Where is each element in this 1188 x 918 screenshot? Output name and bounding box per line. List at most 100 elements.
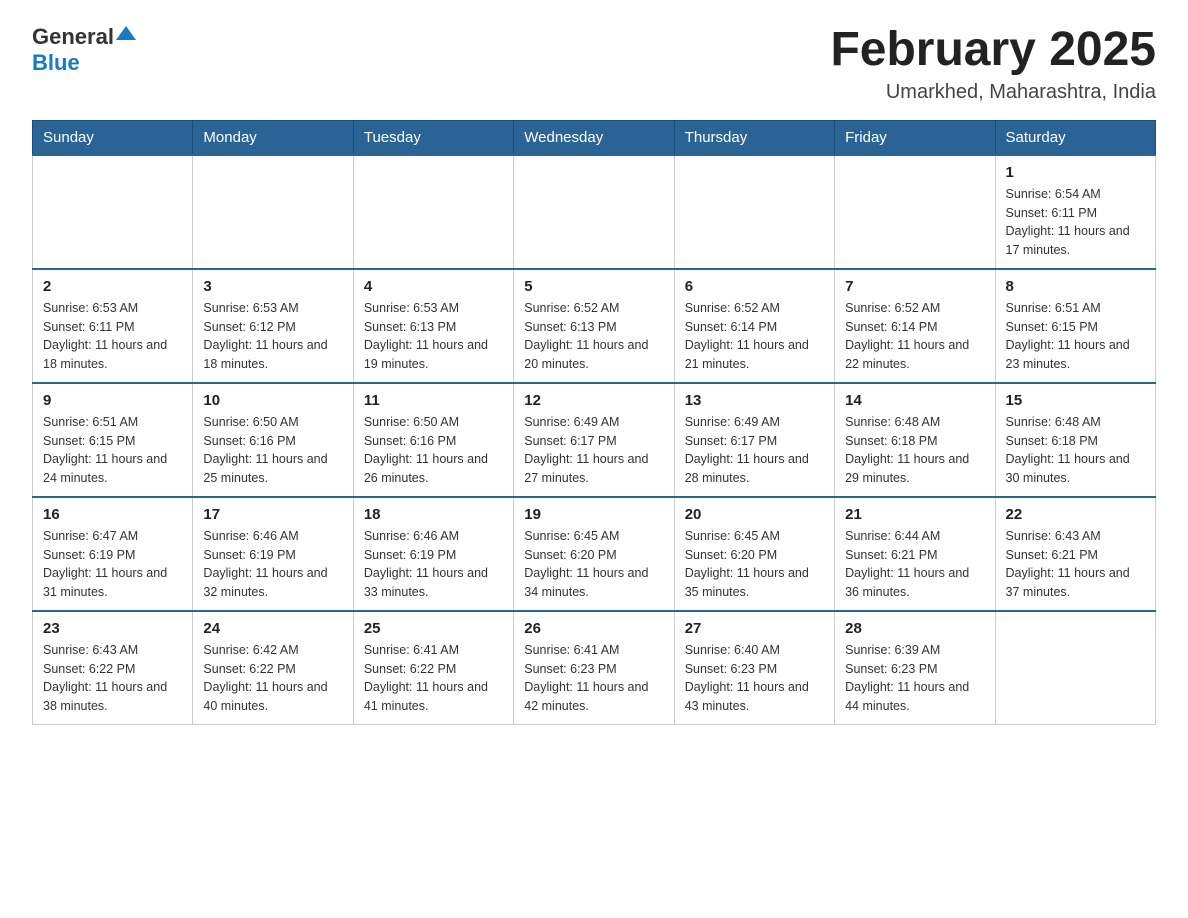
day-info: Sunrise: 6:52 AMSunset: 6:14 PMDaylight:… — [685, 299, 824, 374]
calendar-cell: 3Sunrise: 6:53 AMSunset: 6:12 PMDaylight… — [193, 269, 353, 383]
day-number: 20 — [685, 506, 824, 523]
calendar-cell: 18 Sunrise: 6:46 AMSunset: 6:19 PMDayligh… — [353, 497, 513, 611]
calendar-cell: 21 Sunrise: 6:44 AMSunset: 6:21 PMDayligh… — [835, 497, 995, 611]
day-info: Sunrise: 6:46 AMSunset: 6:19 PMDaylight:… — [364, 527, 503, 602]
day-info: Sunrise: 6:54 AMSunset: 6:11 PMDaylight:… — [1006, 185, 1145, 260]
calendar-cell: 8 Sunrise: 6:51 AMSunset: 6:15 PMDaylight… — [995, 269, 1155, 383]
day-number: 14 — [845, 392, 984, 409]
day-info: Sunrise: 6:49 AMSunset: 6:17 PMDaylight:… — [685, 413, 824, 488]
calendar-cell: 5 Sunrise: 6:52 AMSunset: 6:13 PMDaylight… — [514, 269, 674, 383]
calendar-table: SundayMondayTuesdayWednesdayThursdayFrid… — [32, 120, 1156, 725]
title-section: February 2025 Umarkhed, Maharashtra, Ind… — [830, 24, 1156, 104]
day-info: Sunrise: 6:50 AMSunset: 6:16 PMDaylight:… — [203, 413, 342, 488]
day-number: 22 — [1006, 506, 1145, 523]
calendar-cell: 27 Sunrise: 6:40 AMSunset: 6:23 PMDayligh… — [674, 611, 834, 725]
day-info: Sunrise: 6:39 AMSunset: 6:23 PMDaylight:… — [845, 641, 984, 716]
calendar-cell: 17 Sunrise: 6:46 AMSunset: 6:19 PMDayligh… — [193, 497, 353, 611]
weekday-header-tuesday: Tuesday — [353, 120, 513, 155]
calendar-cell: 28 Sunrise: 6:39 AMSunset: 6:23 PMDayligh… — [835, 611, 995, 725]
weekday-header-wednesday: Wednesday — [514, 120, 674, 155]
calendar-cell: 12 Sunrise: 6:49 AMSunset: 6:17 PMDayligh… — [514, 383, 674, 497]
calendar-cell: 16 Sunrise: 6:47 AMSunset: 6:19 PMDayligh… — [33, 497, 193, 611]
calendar-week-row: 16 Sunrise: 6:47 AMSunset: 6:19 PMDayligh… — [33, 497, 1156, 611]
day-info: Sunrise: 6:53 AMSunset: 6:12 PMDaylight:… — [203, 299, 342, 374]
day-info: Sunrise: 6:44 AMSunset: 6:21 PMDaylight:… — [845, 527, 984, 602]
calendar-cell: 9 Sunrise: 6:51 AMSunset: 6:15 PMDaylight… — [33, 383, 193, 497]
calendar-title: February 2025 — [830, 24, 1156, 77]
day-info: Sunrise: 6:48 AMSunset: 6:18 PMDaylight:… — [1006, 413, 1145, 488]
calendar-cell — [514, 155, 674, 269]
calendar-week-row: 9 Sunrise: 6:51 AMSunset: 6:15 PMDaylight… — [33, 383, 1156, 497]
day-info: Sunrise: 6:40 AMSunset: 6:23 PMDaylight:… — [685, 641, 824, 716]
day-info: Sunrise: 6:51 AMSunset: 6:15 PMDaylight:… — [43, 413, 182, 488]
calendar-cell: 7 Sunrise: 6:52 AMSunset: 6:14 PMDaylight… — [835, 269, 995, 383]
weekday-header-sunday: Sunday — [33, 120, 193, 155]
day-number: 8 — [1006, 278, 1145, 295]
calendar-body: 1Sunrise: 6:54 AMSunset: 6:11 PMDaylight… — [33, 155, 1156, 725]
calendar-cell: 19Sunrise: 6:45 AMSunset: 6:20 PMDayligh… — [514, 497, 674, 611]
day-info: Sunrise: 6:47 AMSunset: 6:19 PMDaylight:… — [43, 527, 182, 602]
calendar-cell: 14 Sunrise: 6:48 AMSunset: 6:18 PMDayligh… — [835, 383, 995, 497]
calendar-cell: 2 Sunrise: 6:53 AMSunset: 6:11 PMDaylight… — [33, 269, 193, 383]
day-number: 26 — [524, 620, 663, 637]
weekday-header-saturday: Saturday — [995, 120, 1155, 155]
day-number: 4 — [364, 278, 503, 295]
day-number: 6 — [685, 278, 824, 295]
calendar-cell — [995, 611, 1155, 725]
day-number: 24 — [203, 620, 342, 637]
page-header: General Blue February 2025 Umarkhed, Mah… — [32, 24, 1156, 104]
day-info: Sunrise: 6:53 AMSunset: 6:13 PMDaylight:… — [364, 299, 503, 374]
day-info: Sunrise: 6:52 AMSunset: 6:14 PMDaylight:… — [845, 299, 984, 374]
calendar-cell: 11 Sunrise: 6:50 AMSunset: 6:16 PMDayligh… — [353, 383, 513, 497]
calendar-cell — [33, 155, 193, 269]
day-info: Sunrise: 6:52 AMSunset: 6:13 PMDaylight:… — [524, 299, 663, 374]
day-number: 23 — [43, 620, 182, 637]
day-number: 10 — [203, 392, 342, 409]
calendar-cell: 23Sunrise: 6:43 AMSunset: 6:22 PMDayligh… — [33, 611, 193, 725]
day-info: Sunrise: 6:51 AMSunset: 6:15 PMDaylight:… — [1006, 299, 1145, 374]
day-info: Sunrise: 6:45 AMSunset: 6:20 PMDaylight:… — [685, 527, 824, 602]
calendar-cell: 10 Sunrise: 6:50 AMSunset: 6:16 PMDayligh… — [193, 383, 353, 497]
calendar-cell: 6 Sunrise: 6:52 AMSunset: 6:14 PMDaylight… — [674, 269, 834, 383]
day-info: Sunrise: 6:48 AMSunset: 6:18 PMDaylight:… — [845, 413, 984, 488]
weekday-header-thursday: Thursday — [674, 120, 834, 155]
day-number: 12 — [524, 392, 663, 409]
calendar-cell: 20 Sunrise: 6:45 AMSunset: 6:20 PMDayligh… — [674, 497, 834, 611]
calendar-cell: 26 Sunrise: 6:41 AMSunset: 6:23 PMDayligh… — [514, 611, 674, 725]
weekday-header-friday: Friday — [835, 120, 995, 155]
day-info: Sunrise: 6:49 AMSunset: 6:17 PMDaylight:… — [524, 413, 663, 488]
calendar-cell: 25 Sunrise: 6:41 AMSunset: 6:22 PMDayligh… — [353, 611, 513, 725]
calendar-header: SundayMondayTuesdayWednesdayThursdayFrid… — [33, 120, 1156, 155]
calendar-cell: 22 Sunrise: 6:43 AMSunset: 6:21 PMDayligh… — [995, 497, 1155, 611]
day-info: Sunrise: 6:50 AMSunset: 6:16 PMDaylight:… — [364, 413, 503, 488]
calendar-cell: 24 Sunrise: 6:42 AMSunset: 6:22 PMDayligh… — [193, 611, 353, 725]
calendar-cell: 4 Sunrise: 6:53 AMSunset: 6:13 PMDaylight… — [353, 269, 513, 383]
logo-blue: Blue — [32, 50, 80, 76]
day-number: 25 — [364, 620, 503, 637]
day-number: 28 — [845, 620, 984, 637]
day-info: Sunrise: 6:46 AMSunset: 6:19 PMDaylight:… — [203, 527, 342, 602]
day-number: 21 — [845, 506, 984, 523]
day-number: 27 — [685, 620, 824, 637]
day-info: Sunrise: 6:41 AMSunset: 6:22 PMDaylight:… — [364, 641, 503, 716]
weekday-header-row: SundayMondayTuesdayWednesdayThursdayFrid… — [33, 120, 1156, 155]
day-number: 2 — [43, 278, 182, 295]
day-info: Sunrise: 6:53 AMSunset: 6:11 PMDaylight:… — [43, 299, 182, 374]
day-number: 17 — [203, 506, 342, 523]
day-number: 18 — [364, 506, 503, 523]
calendar-cell: 13 Sunrise: 6:49 AMSunset: 6:17 PMDayligh… — [674, 383, 834, 497]
calendar-week-row: 1Sunrise: 6:54 AMSunset: 6:11 PMDaylight… — [33, 155, 1156, 269]
day-info: Sunrise: 6:42 AMSunset: 6:22 PMDaylight:… — [203, 641, 342, 716]
logo-triangle-icon — [116, 26, 136, 40]
day-number: 11 — [364, 392, 503, 409]
logo: General Blue — [32, 24, 136, 76]
calendar-subtitle: Umarkhed, Maharashtra, India — [830, 81, 1156, 104]
day-info: Sunrise: 6:43 AMSunset: 6:21 PMDaylight:… — [1006, 527, 1145, 602]
day-number: 7 — [845, 278, 984, 295]
day-number: 16 — [43, 506, 182, 523]
calendar-week-row: 2 Sunrise: 6:53 AMSunset: 6:11 PMDaylight… — [33, 269, 1156, 383]
day-number: 9 — [43, 392, 182, 409]
day-info: Sunrise: 6:41 AMSunset: 6:23 PMDaylight:… — [524, 641, 663, 716]
day-number: 13 — [685, 392, 824, 409]
day-number: 5 — [524, 278, 663, 295]
